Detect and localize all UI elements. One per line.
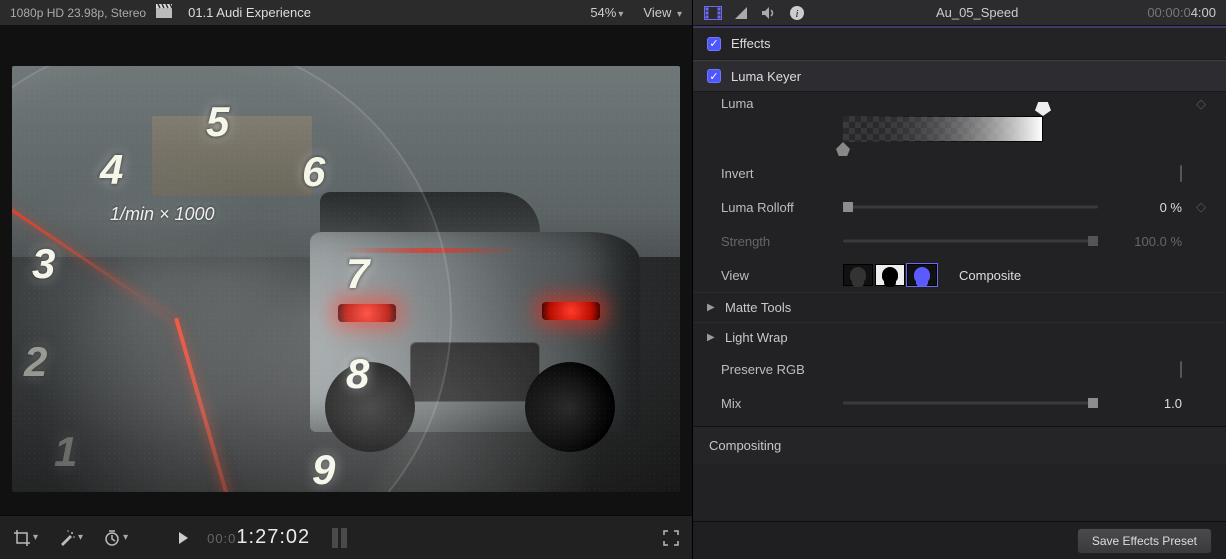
video-inspector-tab[interactable]	[703, 4, 723, 22]
luma-gradient-control[interactable]	[843, 104, 1043, 146]
strength-value: 100.0 %	[1110, 234, 1182, 249]
fullscreen-button[interactable]	[660, 527, 682, 549]
viewer-clip-title: 01.1 Audi Experience	[188, 5, 311, 20]
retime-tool-dropdown[interactable]: ▾	[100, 526, 131, 550]
effects-checkbox[interactable]: ✓	[707, 37, 721, 51]
luma-keyer-label: Luma Keyer	[731, 69, 801, 84]
viewer-canvas[interactable]: 234567891 1/min × 1000	[0, 26, 692, 515]
inspector-clip-name: Au_05_Speed	[815, 5, 1139, 20]
timecode-bright: 1:27:02	[236, 526, 310, 548]
effects-label: Effects	[731, 36, 771, 51]
invert-checkbox[interactable]	[1180, 165, 1182, 182]
inspector-duration: 00:00:04:00	[1147, 5, 1216, 20]
matte-tools-group[interactable]: ▶ Matte Tools	[693, 292, 1226, 322]
keyframe-icon[interactable]: ◇	[1194, 199, 1208, 215]
disclosure-triangle-icon: ▶	[707, 302, 719, 313]
luma-rolloff-slider[interactable]	[843, 199, 1098, 215]
effects-section-header[interactable]: ✓ Effects	[693, 28, 1226, 60]
mix-value[interactable]: 1.0	[1110, 396, 1182, 411]
view-mode-matte[interactable]	[875, 264, 905, 286]
preserve-rgb-checkbox[interactable]	[1180, 361, 1182, 378]
view-mode-composite[interactable]	[907, 264, 937, 286]
preserve-rgb-label: Preserve RGB	[721, 362, 831, 377]
playhead-timecode[interactable]: 00:01:27:02	[207, 526, 310, 549]
compositing-section[interactable]: Compositing	[693, 426, 1226, 464]
viewer-format: 1080p HD 23.98p, Stereo	[10, 6, 146, 20]
view-mode-value: Composite	[959, 268, 1021, 283]
luma-keyer-header[interactable]: ✓ Luma Keyer	[693, 60, 1226, 92]
luma-keyer-checkbox[interactable]: ✓	[707, 69, 721, 83]
luma-label: Luma	[721, 96, 831, 111]
strength-label: Strength	[721, 234, 831, 249]
light-wrap-group[interactable]: ▶ Light Wrap	[693, 322, 1226, 352]
play-button[interactable]	[173, 528, 193, 548]
invert-label: Invert	[721, 166, 831, 181]
audio-inspector-tab[interactable]	[759, 4, 779, 22]
mix-slider[interactable]	[843, 395, 1098, 411]
luma-rolloff-label: Luma Rolloff	[721, 200, 831, 215]
view-label: View	[643, 5, 671, 20]
audio-meters	[332, 528, 347, 548]
mix-label: Mix	[721, 396, 831, 411]
zoom-value: 54%	[590, 5, 616, 20]
keyframe-icon[interactable]: ◇	[1194, 96, 1208, 112]
light-wrap-label: Light Wrap	[725, 330, 788, 345]
tachometer-overlay: 234567891 1/min × 1000	[12, 66, 452, 492]
svg-text:i: i	[795, 8, 798, 20]
clapperboard-icon	[156, 4, 172, 21]
disclosure-triangle-icon: ▶	[707, 332, 719, 343]
video-frame: 234567891 1/min × 1000	[12, 66, 680, 492]
strength-slider	[843, 233, 1098, 249]
compositing-label: Compositing	[709, 438, 781, 453]
view-mode-original[interactable]	[843, 264, 873, 286]
timecode-dim: 00:0	[207, 531, 236, 546]
color-inspector-tab[interactable]	[731, 4, 751, 22]
matte-tools-label: Matte Tools	[725, 300, 791, 315]
save-effects-preset-button[interactable]: Save Effects Preset	[1077, 528, 1212, 554]
view-dropdown[interactable]: View ▾	[643, 5, 682, 20]
view-param-label: View	[721, 268, 831, 283]
chevron-down-icon: ▾	[677, 9, 682, 20]
luma-high-handle[interactable]	[1035, 102, 1051, 116]
luma-rolloff-value[interactable]: 0 %	[1110, 200, 1182, 215]
zoom-dropdown[interactable]: 54%▾	[590, 5, 623, 20]
info-inspector-tab[interactable]: i	[787, 4, 807, 22]
tachometer-label: 1/min × 1000	[110, 204, 215, 225]
chevron-down-icon: ▾	[618, 9, 623, 20]
crop-tool-dropdown[interactable]: ▾	[10, 526, 41, 550]
enhance-tool-dropdown[interactable]: ▾	[55, 526, 86, 550]
luma-low-handle[interactable]	[836, 142, 850, 156]
